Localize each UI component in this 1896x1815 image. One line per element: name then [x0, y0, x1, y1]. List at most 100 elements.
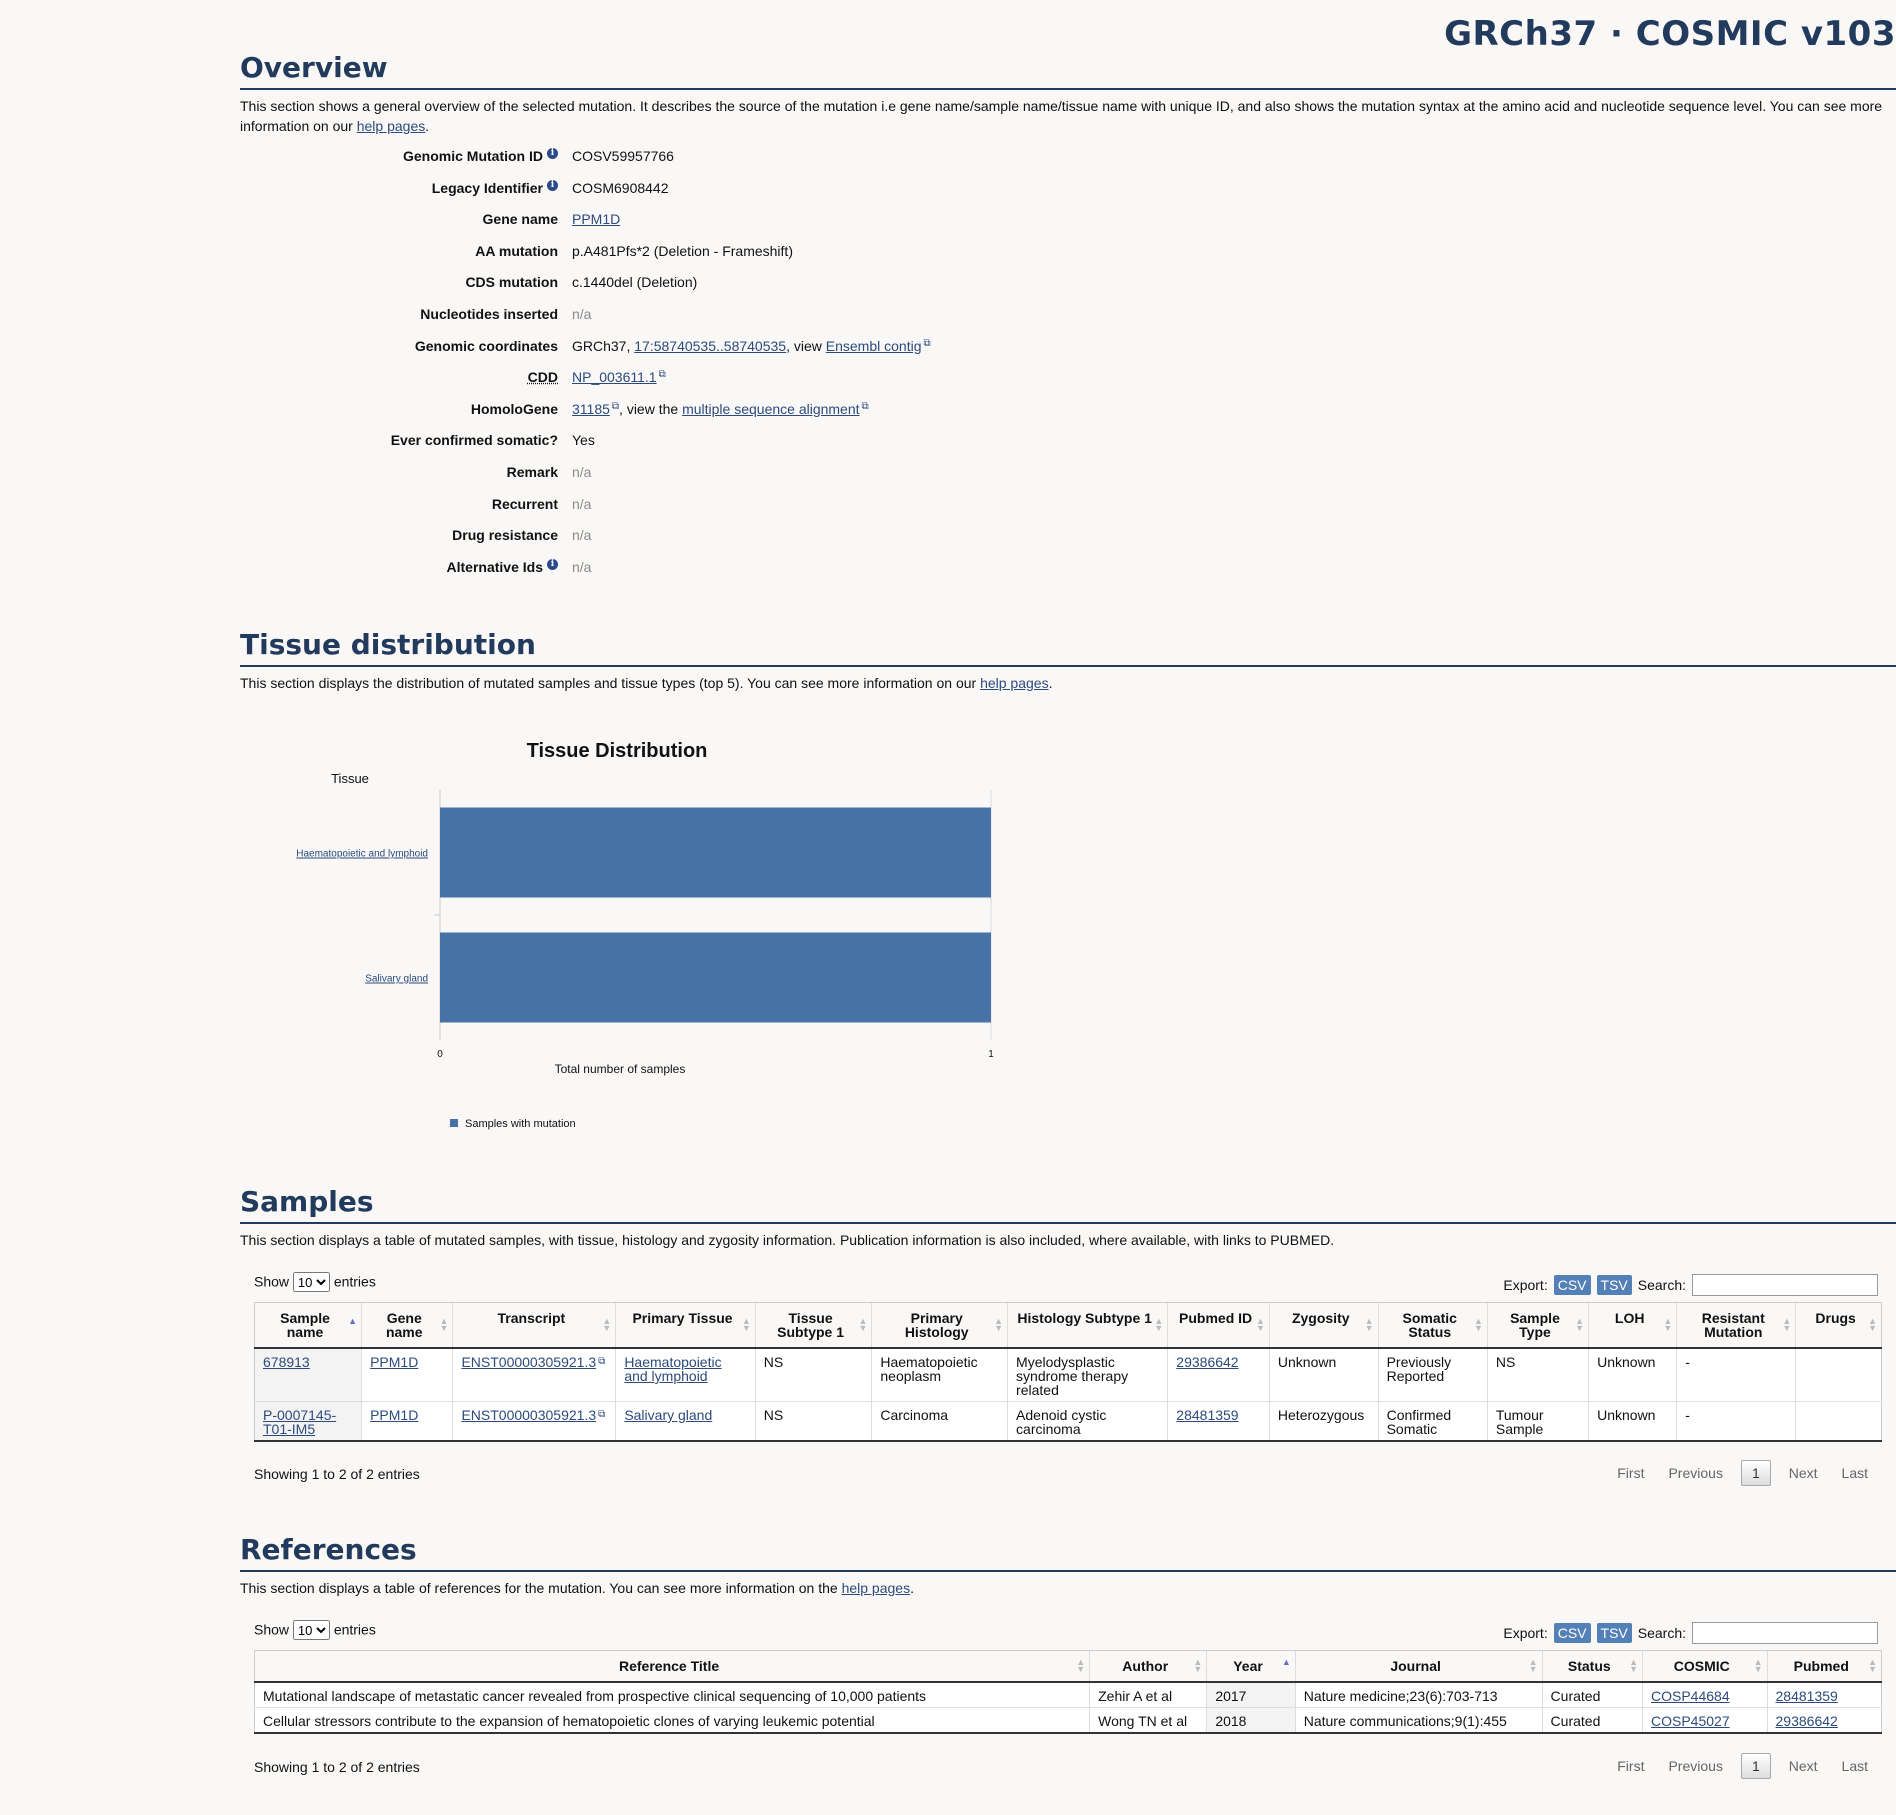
table-cell-sample-name: P-0007145-T01-IM5: [253, 1401, 362, 1442]
entries-select[interactable]: 10: [292, 1272, 330, 1292]
table-cell-histology-subtype-1: Myelodysplastic syndrome therapy related: [1007, 1348, 1168, 1402]
cell-text: Heterozygous: [1277, 1407, 1365, 1423]
table-cell-histology-subtype-1: Adenoid cystic carcinoma: [1007, 1401, 1168, 1442]
last-page-button[interactable]: Last: [1830, 1758, 1880, 1774]
tsv-export-button[interactable]: TSV: [1596, 1623, 1632, 1643]
info-icon[interactable]: i: [547, 148, 558, 159]
overview-help-link[interactable]: help pages: [357, 118, 426, 134]
cell-link[interactable]: ENST00000305921.3: [461, 1407, 596, 1423]
column-header-tissue-subtype-1[interactable]: Tissue Subtype 1 ▲ ▼: [754, 1302, 872, 1349]
samples-search-input[interactable]: [1692, 1274, 1878, 1296]
column-header-pubmed-id[interactable]: Pubmed ID ▲ ▼: [1167, 1302, 1270, 1349]
next-page-button[interactable]: Next: [1777, 1465, 1830, 1481]
cell-link[interactable]: PPM1D: [370, 1407, 418, 1423]
cell-link[interactable]: ENST00000305921.3: [461, 1354, 596, 1370]
column-header-sample-name[interactable]: Sample name ▲: [253, 1302, 362, 1349]
current-page-button[interactable]: 1: [1740, 1460, 1771, 1486]
search-label: Search:: [1637, 1277, 1686, 1293]
column-header-resistant-mutation[interactable]: Resistant Mutation ▲ ▼: [1676, 1302, 1796, 1349]
cell-link[interactable]: 28481359: [1176, 1407, 1238, 1423]
sort-icon: ▲ ▼: [1629, 1657, 1638, 1674]
column-header-cosmic[interactable]: COSMIC ▲ ▼: [1642, 1650, 1768, 1683]
cell-link[interactable]: 678913: [263, 1354, 310, 1370]
row-drug-resistance: Drug resistance n/a: [240, 527, 1040, 559]
y-tick-label-link[interactable]: Haematopoietic and lymphoid: [296, 849, 428, 860]
previous-page-button[interactable]: Previous: [1656, 1465, 1734, 1481]
cell-link[interactable]: Salivary gland: [624, 1407, 712, 1423]
gene-link[interactable]: PPM1D: [572, 211, 620, 227]
column-header-sample-type[interactable]: Sample Type ▲ ▼: [1486, 1302, 1589, 1349]
cell-link[interactable]: COSP45027: [1651, 1713, 1730, 1729]
cell-link[interactable]: COSP44684: [1651, 1688, 1730, 1704]
column-header-label: Primary Histology: [904, 1310, 969, 1340]
sort-icon: ▲ ▼: [1868, 1316, 1877, 1333]
table-cell-primary-tissue: Haematopoietic and lymphoid: [615, 1348, 756, 1402]
column-header-primary-tissue[interactable]: Primary Tissue ▲ ▼: [615, 1302, 756, 1349]
cell-text: -: [1685, 1354, 1690, 1370]
column-header-reference-title[interactable]: Reference Title ▲ ▼: [253, 1650, 1090, 1683]
tissue-help-link[interactable]: help pages: [980, 675, 1049, 691]
tissue-distribution-chart: Tissue Distribution Tissue Haematopoietic …: [296, 740, 994, 1130]
y-tick-label-link[interactable]: Salivary gland: [365, 974, 428, 985]
info-icon[interactable]: i: [547, 179, 558, 191]
column-header-year[interactable]: Year ▲: [1206, 1650, 1296, 1683]
references-search-input[interactable]: [1692, 1622, 1878, 1644]
overview-desc-text: This section shows a general overview of…: [240, 98, 1883, 134]
references-table-info: Showing 1 to 2 of 2 entries: [254, 1759, 420, 1775]
homologene-link[interactable]: 31185: [572, 401, 610, 417]
row-homologene: HomoloGene 31185 ⧉, view the multiple sequ…: [240, 401, 1040, 433]
sort-icon: ▲: [348, 1316, 358, 1326]
csv-export-button[interactable]: CSV: [1553, 1275, 1591, 1295]
samples-table: Sample name ▲ Gene name ▲ ▼ Transcript ▲ ▼ Prima…: [253, 1302, 1882, 1442]
cell-link[interactable]: P-0007145-T01-IM5: [263, 1407, 336, 1437]
cell-link[interactable]: 28481359: [1776, 1688, 1838, 1704]
column-header-author[interactable]: Author ▲ ▼: [1089, 1650, 1207, 1683]
column-header-loh[interactable]: LOH ▲ ▼: [1588, 1302, 1677, 1349]
references-help-link[interactable]: help pages: [842, 1580, 911, 1596]
cell-link[interactable]: PPM1D: [370, 1354, 418, 1370]
cell-link[interactable]: 29386642: [1176, 1354, 1238, 1370]
cell-link[interactable]: 29386642: [1776, 1713, 1838, 1729]
legend-swatch: [450, 1119, 458, 1127]
column-header-status[interactable]: Status ▲ ▼: [1541, 1650, 1643, 1683]
recurrent-value: n/a: [572, 495, 592, 512]
samples-description: This section displays a table of mutated…: [240, 1232, 1335, 1248]
overview-desc-suffix: .: [425, 118, 430, 134]
x-tick-label: 1: [988, 1049, 994, 1060]
column-header-transcript[interactable]: Transcript ▲ ▼: [452, 1302, 616, 1349]
last-page-button[interactable]: Last: [1830, 1465, 1880, 1481]
table-cell-year: 2018: [1206, 1707, 1296, 1734]
first-page-button[interactable]: First: [1605, 1758, 1656, 1774]
entries-select[interactable]: 10: [292, 1620, 330, 1640]
sort-icon: ▲ ▼: [1154, 1316, 1164, 1333]
column-header-pubmed[interactable]: Pubmed ▲ ▼: [1766, 1650, 1883, 1683]
ensembl-contig-link[interactable]: Ensembl contig: [826, 338, 922, 354]
info-icon[interactable]: i: [547, 558, 558, 570]
cdd-link[interactable]: NP_003611.1: [572, 369, 657, 385]
column-header-zygosity[interactable]: Zygosity ▲ ▼: [1268, 1302, 1379, 1349]
next-page-button[interactable]: Next: [1777, 1758, 1830, 1774]
cell-text: Curated: [1550, 1688, 1601, 1704]
external-link-icon: ⧉: [598, 1409, 606, 1420]
first-page-button[interactable]: First: [1605, 1465, 1656, 1481]
column-header-histology-subtype-1[interactable]: Histology Subtype 1 ▲ ▼: [1007, 1302, 1168, 1349]
cell-link[interactable]: Haematopoietic and lymphoid: [624, 1354, 721, 1384]
column-header-drugs[interactable]: Drugs ▲ ▼: [1795, 1302, 1882, 1349]
drug-resistance-value: n/a: [572, 527, 592, 544]
cell-text: 2017: [1215, 1688, 1247, 1704]
current-page-button[interactable]: 1: [1740, 1753, 1771, 1779]
remark-value: n/a: [572, 463, 592, 480]
column-header-gene-name[interactable]: Gene name ▲ ▼: [361, 1302, 453, 1349]
gmid-label: Genomic Mutation ID: [403, 148, 543, 164]
column-header-label: Somatic Status: [1402, 1310, 1457, 1340]
column-header-journal[interactable]: Journal ▲ ▼: [1294, 1650, 1543, 1683]
previous-page-button[interactable]: Previous: [1656, 1758, 1734, 1774]
sort-icon: ▲ ▼: [439, 1316, 449, 1333]
csv-export-button[interactable]: CSV: [1553, 1623, 1591, 1643]
column-header-somatic-status[interactable]: Somatic Status ▲ ▼: [1377, 1302, 1488, 1349]
legacy-value: COSM6908442: [572, 179, 669, 196]
tsv-export-button[interactable]: TSV: [1596, 1275, 1632, 1295]
sequence-alignment-link[interactable]: multiple sequence alignment: [682, 401, 859, 417]
coordinates-link[interactable]: 17:58740535..58740535: [634, 338, 786, 354]
column-header-primary-histology[interactable]: Primary Histology ▲ ▼: [871, 1302, 1008, 1349]
